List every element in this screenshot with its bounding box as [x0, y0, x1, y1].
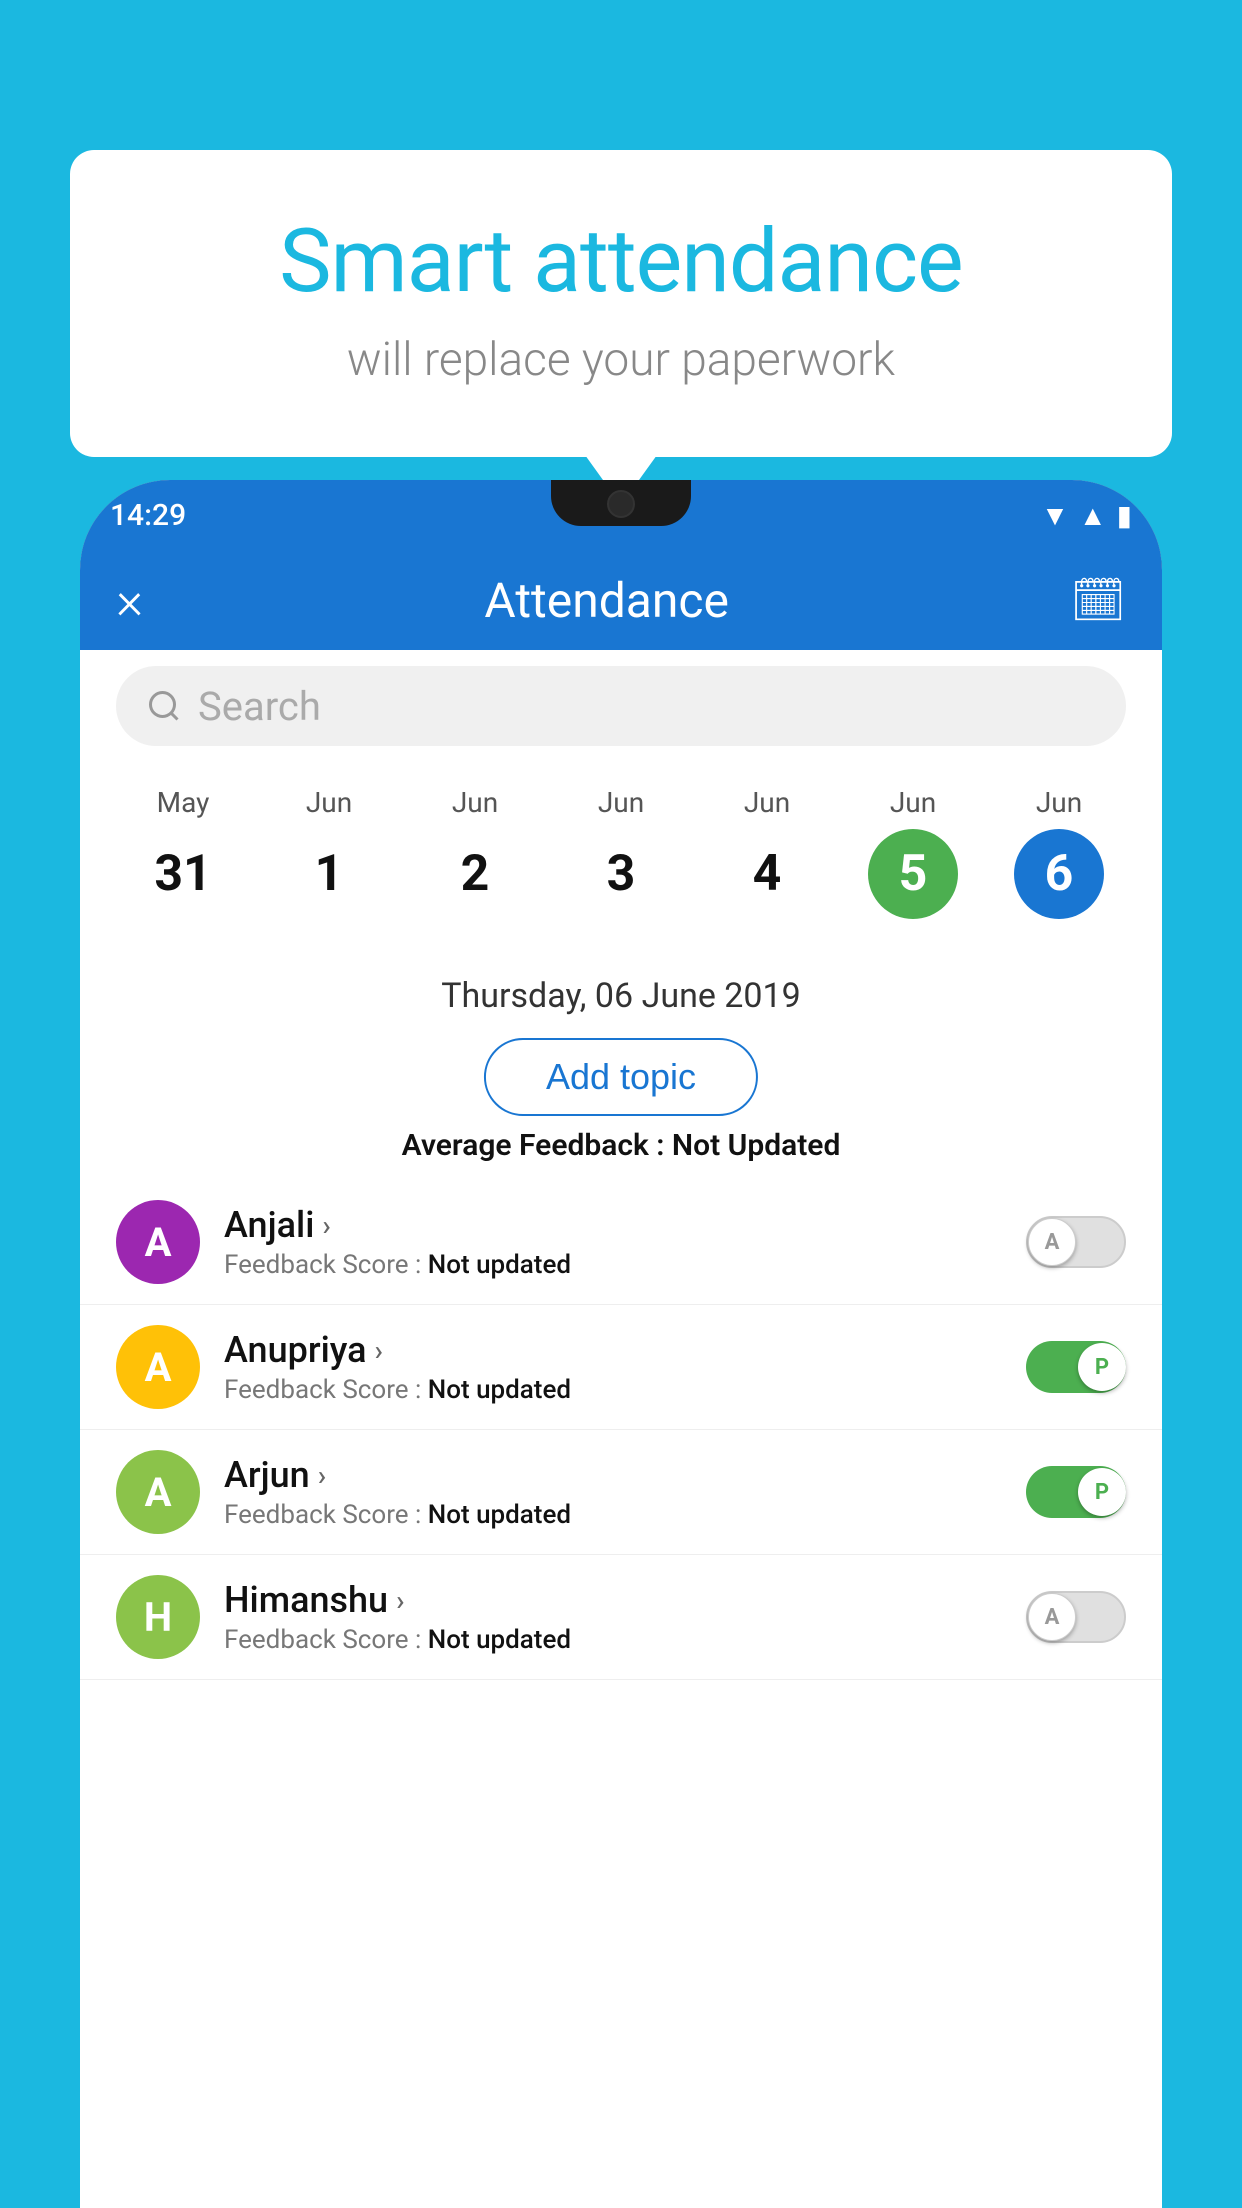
add-topic-button[interactable]: Add topic — [484, 1038, 758, 1116]
app-bar: × Attendance 🗓 — [80, 550, 1162, 650]
feedback-score-1: Feedback Score : Not updated — [224, 1375, 1002, 1405]
calendar-icon[interactable]: 🗓 — [1070, 574, 1126, 626]
chevron-icon: › — [375, 1334, 383, 1367]
toggle-knob-2: P — [1078, 1468, 1126, 1516]
feedback-score-3: Feedback Score : Not updated — [224, 1625, 1002, 1655]
speech-bubble: Smart attendance will replace your paper… — [70, 150, 1172, 457]
student-avatar-3: H — [116, 1575, 200, 1659]
calendar-day-6[interactable]: Jun 6 — [1014, 786, 1104, 919]
speech-title: Smart attendance — [150, 210, 1092, 313]
student-info-1: Anupriya › Feedback Score : Not updated — [224, 1329, 1002, 1405]
student-avatar-1: A — [116, 1325, 200, 1409]
cal-date-0: 31 — [138, 829, 228, 919]
search-bar[interactable]: Search — [116, 666, 1126, 746]
cal-date-6: 6 — [1014, 829, 1104, 919]
feedback-score-2: Feedback Score : Not updated — [224, 1500, 1002, 1530]
speech-subtitle: will replace your paperwork — [150, 333, 1092, 387]
toggle-1[interactable]: P — [1026, 1341, 1126, 1393]
toggle-knob-3: A — [1028, 1593, 1076, 1641]
cal-month-2: Jun — [452, 786, 498, 819]
cal-date-5: 5 — [868, 829, 958, 919]
student-info-3: Himanshu › Feedback Score : Not updated — [224, 1579, 1002, 1655]
student-item-2: A Arjun › Feedback Score : Not updated P — [80, 1430, 1162, 1555]
calendar-strip: May 31 Jun 1 Jun 2 Jun 3 Jun 4 Jun 5 Jun 6 — [80, 766, 1162, 929]
toggle-container-2[interactable]: P — [1026, 1466, 1126, 1518]
cal-month-3: Jun — [598, 786, 644, 819]
calendar-day-31[interactable]: May 31 — [138, 786, 228, 919]
toggle-container-3[interactable]: A — [1026, 1591, 1126, 1643]
status-icons: ▼ ▲ ▮ — [1041, 499, 1132, 532]
chevron-icon: › — [322, 1209, 330, 1242]
cal-month-6: Jun — [1036, 786, 1082, 819]
app-title: Attendance — [484, 572, 729, 629]
avg-feedback-value: Not Updated — [672, 1128, 840, 1163]
student-avatar-2: A — [116, 1450, 200, 1534]
cal-date-1: 1 — [284, 829, 374, 919]
chevron-icon: › — [396, 1584, 404, 1617]
toggle-knob-1: P — [1078, 1343, 1126, 1391]
search-placeholder: Search — [198, 683, 321, 730]
calendar-day-3[interactable]: Jun 3 — [576, 786, 666, 919]
cal-date-2: 2 — [430, 829, 520, 919]
student-item-0: A Anjali › Feedback Score : Not updated A — [80, 1180, 1162, 1305]
battery-icon: ▮ — [1117, 499, 1132, 532]
student-list: AAnjali ›Feedback Score : Not updatedAAA… — [80, 1180, 1162, 2208]
feedback-score-0: Feedback Score : Not updated — [224, 1250, 1002, 1280]
signal-icon: ▲ — [1079, 499, 1107, 532]
wifi-icon: ▼ — [1041, 499, 1069, 532]
cal-month-0: May — [157, 786, 210, 819]
toggle-3[interactable]: A — [1026, 1591, 1126, 1643]
calendar-day-5[interactable]: Jun 5 — [868, 786, 958, 919]
close-button[interactable]: × — [116, 570, 143, 631]
toggle-container-0[interactable]: A — [1026, 1216, 1126, 1268]
toggle-2[interactable]: P — [1026, 1466, 1126, 1518]
chevron-icon: › — [318, 1459, 326, 1492]
student-name-0[interactable]: Anjali › — [224, 1204, 1002, 1246]
phone-content: 14:29 ▼ ▲ ▮ × Attendance 🗓 Search May31J… — [80, 480, 1162, 2208]
status-time: 14:29 — [110, 498, 186, 533]
student-name-3[interactable]: Himanshu › — [224, 1579, 1002, 1621]
cal-date-3: 3 — [576, 829, 666, 919]
phone-camera — [607, 490, 635, 518]
selected-date: Thursday, 06 June 2019 — [80, 976, 1162, 1016]
avg-feedback-label: Average Feedback : — [402, 1128, 665, 1163]
student-item-1: A Anupriya › Feedback Score : Not updated P — [80, 1305, 1162, 1430]
student-avatar-0: A — [116, 1200, 200, 1284]
avg-feedback: Average Feedback : Not Updated — [80, 1128, 1162, 1163]
search-icon — [146, 688, 182, 724]
toggle-knob-0: A — [1028, 1218, 1076, 1266]
calendar-day-4[interactable]: Jun 4 — [722, 786, 812, 919]
student-item-3: H Himanshu › Feedback Score : Not updated A — [80, 1555, 1162, 1680]
cal-month-5: Jun — [890, 786, 936, 819]
student-info-0: Anjali › Feedback Score : Not updated — [224, 1204, 1002, 1280]
student-name-2[interactable]: Arjun › — [224, 1454, 1002, 1496]
student-info-2: Arjun › Feedback Score : Not updated — [224, 1454, 1002, 1530]
calendar-day-2[interactable]: Jun 2 — [430, 786, 520, 919]
cal-month-4: Jun — [744, 786, 790, 819]
toggle-0[interactable]: A — [1026, 1216, 1126, 1268]
phone-notch — [551, 480, 691, 526]
toggle-container-1[interactable]: P — [1026, 1341, 1126, 1393]
calendar-day-1[interactable]: Jun 1 — [284, 786, 374, 919]
cal-date-4: 4 — [722, 829, 812, 919]
student-name-1[interactable]: Anupriya › — [224, 1329, 1002, 1371]
phone-frame: 14:29 ▼ ▲ ▮ × Attendance 🗓 Search May31J… — [80, 480, 1162, 2208]
cal-month-1: Jun — [306, 786, 352, 819]
